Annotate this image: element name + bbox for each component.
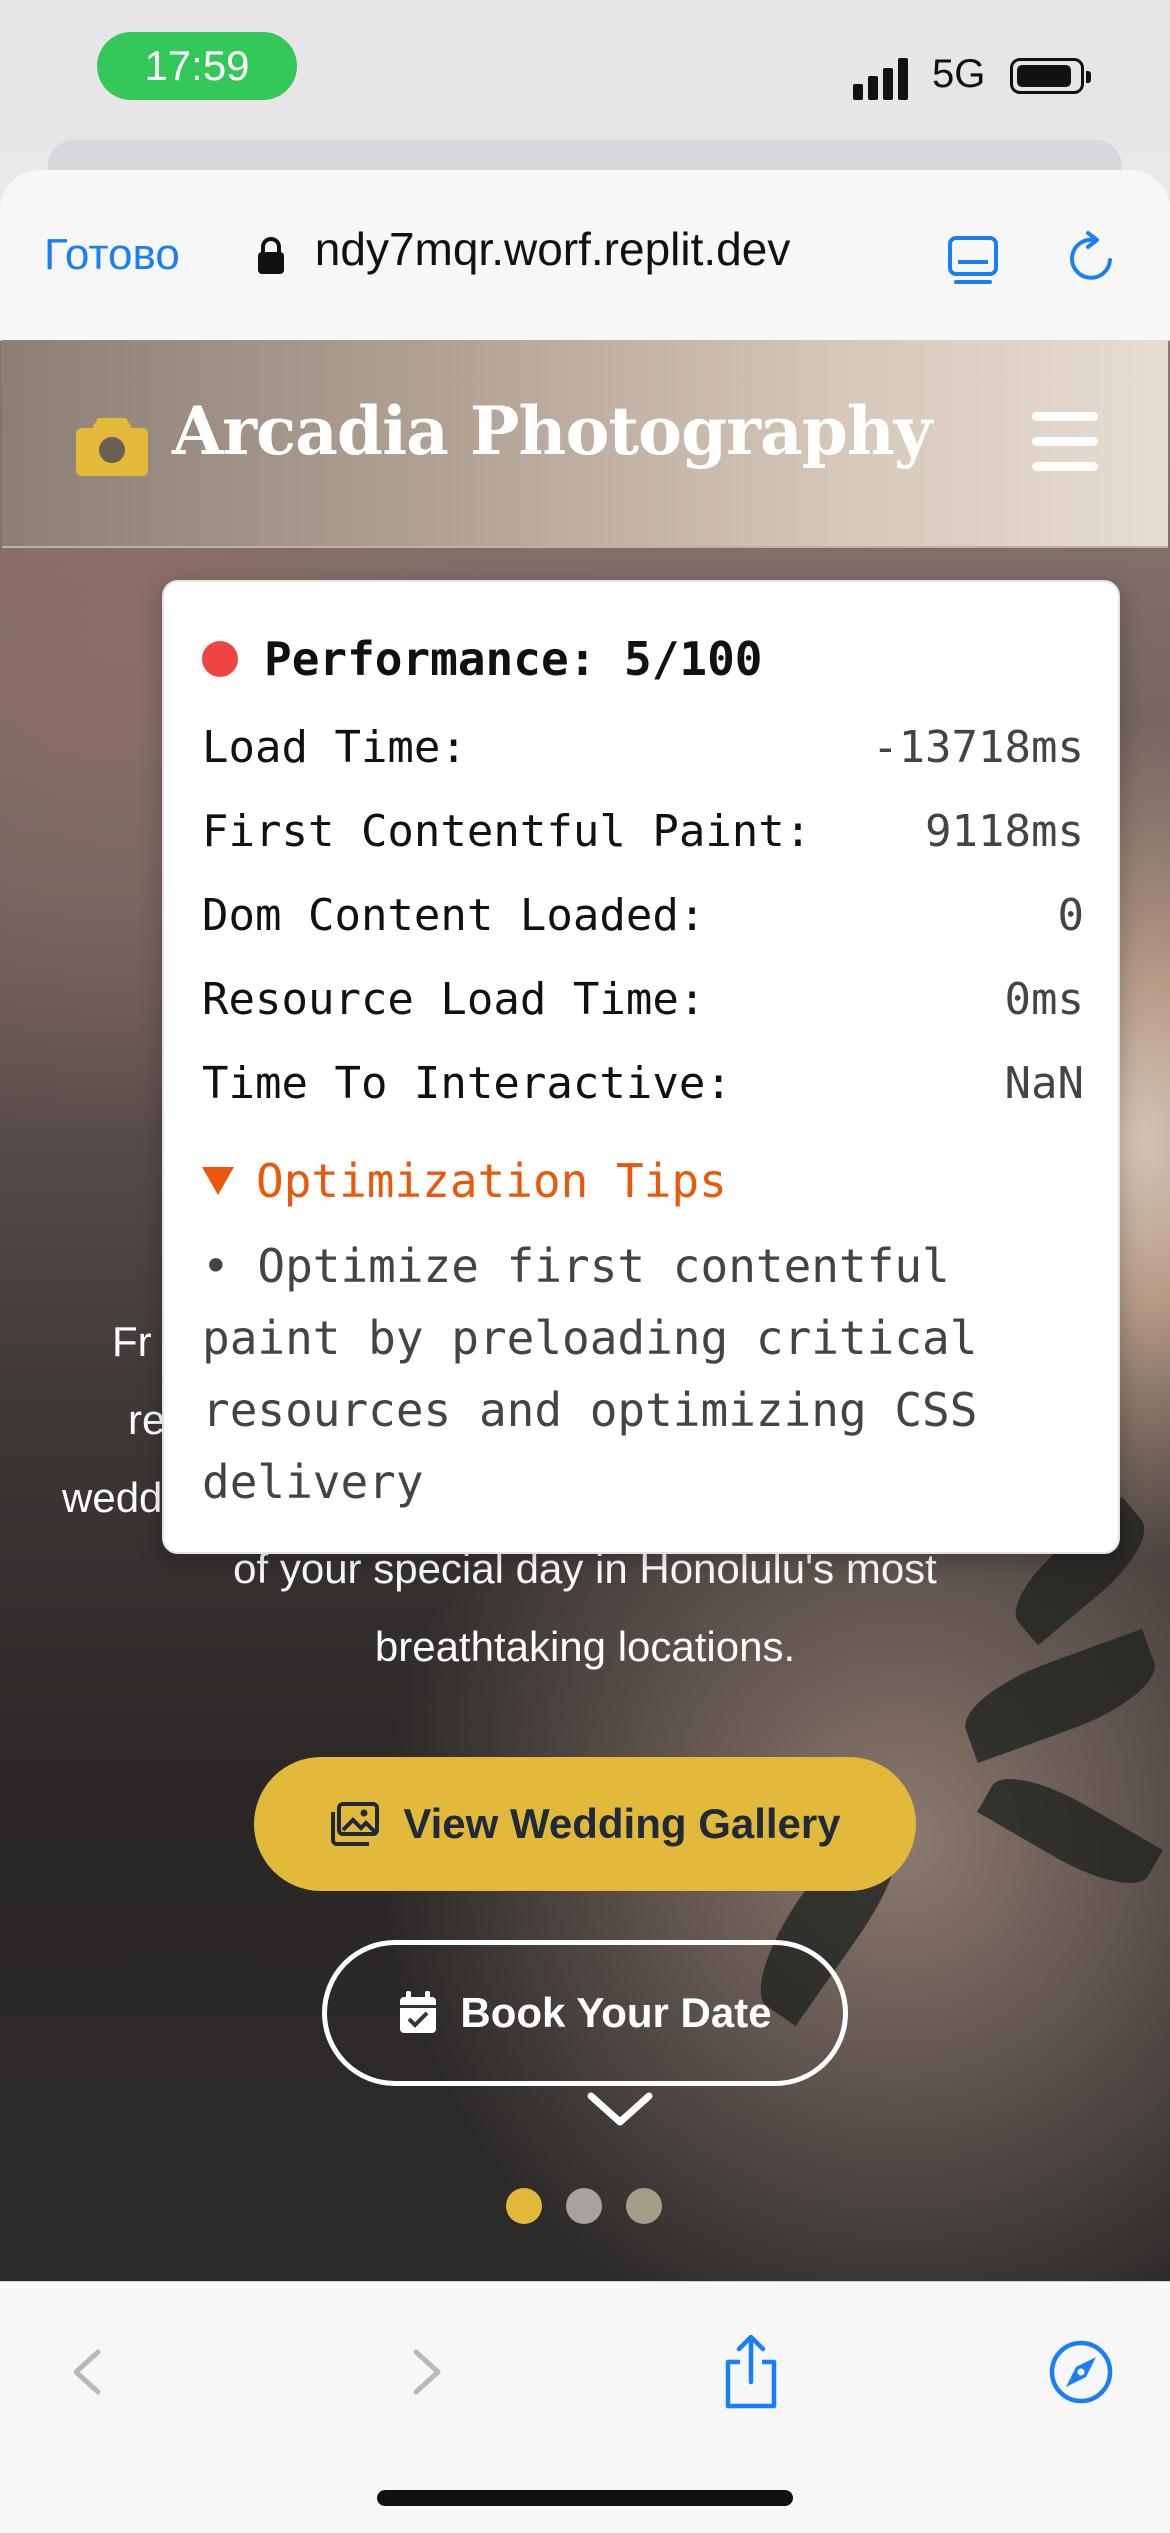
scroll-down-chevron-icon[interactable] xyxy=(585,2090,655,2130)
battery-icon xyxy=(1010,58,1091,94)
site-header: Arcadia Photography xyxy=(2,340,1168,548)
status-bar: 17:59 5G xyxy=(0,0,1170,180)
metric-row: First Contentful Paint: 9118ms xyxy=(202,806,1084,857)
status-time: 17:59 xyxy=(97,32,297,100)
hero-text-line: wedd xyxy=(62,1474,163,1521)
book-date-button[interactable]: Book Your Date xyxy=(322,1940,848,2086)
brand-logo[interactable]: Arcadia Photography xyxy=(172,392,932,470)
compass-icon[interactable] xyxy=(1046,2332,1116,2412)
metric-label: Load Time: xyxy=(202,722,467,773)
carousel-dot[interactable] xyxy=(566,2188,602,2224)
hero-text-line: breathtaking locations. xyxy=(374,1623,796,1670)
calendar-check-icon xyxy=(400,1991,437,2033)
camera-icon xyxy=(76,418,148,476)
metric-label: Resource Load Time: xyxy=(202,974,706,1025)
carousel-dot-active[interactable] xyxy=(506,2188,542,2224)
optimization-tips-toggle[interactable]: Optimization Tips xyxy=(202,1154,727,1208)
home-indicator xyxy=(377,2490,793,2506)
hamburger-menu-icon[interactable] xyxy=(1032,412,1098,472)
reader-icon[interactable] xyxy=(946,232,1000,286)
metric-label: Dom Content Loaded: xyxy=(202,890,706,941)
images-icon xyxy=(331,1802,380,1846)
back-icon[interactable] xyxy=(58,2332,118,2412)
status-dot-icon xyxy=(202,641,238,677)
metric-value: -13718ms xyxy=(872,722,1084,773)
metric-row: Time To Interactive: NaN xyxy=(202,1058,1084,1109)
tips-heading: Optimization Tips xyxy=(256,1154,727,1208)
metric-row: Dom Content Loaded: 0 xyxy=(202,890,1084,941)
network-type: 5G xyxy=(932,52,986,96)
url-field[interactable]: ndy7mqr.worf.replit.dev xyxy=(302,222,902,276)
share-icon[interactable] xyxy=(718,2332,784,2412)
metric-value: 0ms xyxy=(1004,974,1084,1025)
reload-icon[interactable] xyxy=(1064,230,1120,286)
done-button[interactable]: Готово xyxy=(44,230,180,280)
book-date-label: Book Your Date xyxy=(460,1989,772,2036)
performance-panel: Performance: 5/100 Load Time: -13718ms F… xyxy=(162,580,1120,1554)
metric-value: NaN xyxy=(1004,1058,1084,1109)
tip-item: • Optimize first contentful paint by pre… xyxy=(202,1239,978,1509)
signal-icon xyxy=(853,58,908,100)
view-gallery-label: View Wedding Gallery xyxy=(403,1800,841,1847)
metric-value: 0 xyxy=(1057,890,1085,941)
forward-icon[interactable] xyxy=(396,2332,456,2412)
foliage-decoration xyxy=(977,1760,1163,1902)
metric-label: First Contentful Paint: xyxy=(202,806,812,857)
view-gallery-button[interactable]: View Wedding Gallery xyxy=(254,1757,916,1891)
performance-score: Performance: 5/100 xyxy=(264,632,763,686)
performance-title: Performance: 5/100 xyxy=(202,632,763,686)
metric-row: Load Time: -13718ms xyxy=(202,722,1084,773)
browser-top-bar: Готово ndy7mqr.worf.replit.dev xyxy=(0,170,1170,341)
metric-row: Resource Load Time: 0ms xyxy=(202,974,1084,1025)
carousel-dot[interactable] xyxy=(626,2188,662,2224)
metric-label: Time To Interactive: xyxy=(202,1058,732,1109)
lock-icon xyxy=(258,237,284,274)
metric-value: 9118ms xyxy=(925,806,1084,857)
disclosure-triangle-icon xyxy=(202,1167,234,1195)
